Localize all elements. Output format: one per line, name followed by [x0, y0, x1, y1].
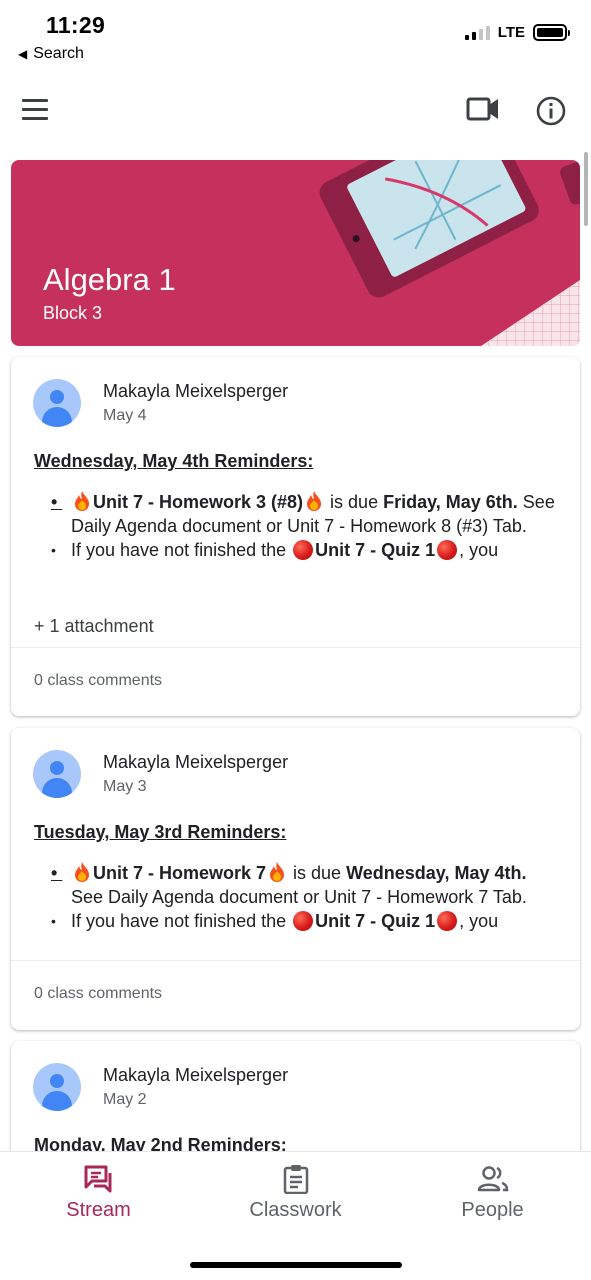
info-icon[interactable] — [532, 92, 570, 130]
post-author: Makayla Meixelsperger — [103, 1065, 289, 1085]
class-comments-link[interactable]: 0 class comments — [34, 672, 162, 690]
hamburger-menu-icon[interactable] — [22, 94, 58, 124]
class-comments-link[interactable]: 0 class comments — [34, 985, 162, 1003]
stream-icon — [84, 1165, 111, 1193]
red-circle-emoji-icon — [293, 540, 314, 560]
fire-emoji-icon — [307, 491, 322, 511]
scrollbar[interactable] — [584, 152, 588, 226]
post-date: May 2 — [103, 1091, 147, 1108]
back-label: Search — [33, 45, 84, 62]
people-icon — [477, 1166, 508, 1192]
list-item: • If you have not finished the Unit 7 - … — [51, 911, 499, 931]
post-heading: Wednesday, May 4th Reminders: — [34, 451, 314, 471]
video-camera-icon[interactable] — [462, 92, 502, 126]
avatar — [33, 1063, 81, 1111]
post-date: May 3 — [103, 778, 147, 795]
nav-people[interactable]: People — [394, 1152, 591, 1232]
nav-stream[interactable]: Stream — [0, 1152, 197, 1232]
nav-stream-label: Stream — [66, 1199, 131, 1221]
nav-people-label: People — [461, 1199, 524, 1221]
status-bar: 11:29 ◀ Search LTE — [0, 0, 591, 70]
stream-post[interactable]: Makayla Meixelsperger May 4 Wednesday, M… — [11, 357, 580, 716]
class-banner[interactable]: Algebra 1 Block 3 — [11, 160, 580, 346]
post-heading: Tuesday, May 3rd Reminders: — [34, 822, 287, 842]
attachment-link[interactable]: + 1 attachment — [34, 616, 154, 637]
red-circle-emoji-icon — [293, 911, 314, 931]
cell-signal-icon — [464, 25, 490, 40]
divider — [11, 647, 580, 648]
fire-emoji-icon — [270, 862, 285, 882]
divider — [11, 960, 580, 961]
post-date: May 4 — [103, 407, 147, 424]
fire-emoji-icon — [75, 491, 89, 511]
top-app-bar — [0, 80, 591, 140]
avatar — [33, 379, 81, 427]
status-time: 11:29 — [46, 12, 106, 38]
fire-emoji-icon — [75, 862, 89, 882]
nav-classwork-label: Classwork — [249, 1199, 342, 1221]
avatar — [33, 750, 81, 798]
post-author: Makayla Meixelsperger — [103, 381, 289, 401]
list-item: • Unit 7 - Homework 7 is due Wednesday, … — [51, 862, 527, 907]
network-type: LTE — [497, 24, 525, 41]
home-indicator[interactable] — [190, 1262, 402, 1268]
list-item: • If you have not finished the Unit 7 - … — [51, 540, 499, 560]
post-body: • Unit 7 - Homework 3 (#8) is due Friday… — [34, 490, 559, 562]
class-title: Algebra 1 — [43, 262, 176, 297]
back-triangle-icon: ◀ — [18, 47, 28, 61]
class-section: Block 3 — [43, 303, 103, 323]
nav-classwork[interactable]: Classwork — [197, 1152, 394, 1232]
stream-post[interactable]: Makayla Meixelsperger May 3 Tuesday, May… — [11, 728, 580, 1030]
post-author: Makayla Meixelsperger — [103, 752, 289, 772]
red-circle-emoji-icon — [437, 911, 458, 931]
red-circle-emoji-icon — [437, 540, 458, 560]
bottom-navigation: Stream Classwork People — [0, 1151, 591, 1280]
status-indicators: LTE — [464, 24, 570, 41]
back-to-search-button[interactable]: ◀ Search — [18, 45, 84, 63]
battery-icon — [533, 24, 570, 41]
post-body: • Unit 7 - Homework 7 is due Wednesday, … — [34, 861, 559, 933]
clipboard-icon — [283, 1165, 308, 1194]
list-item: • Unit 7 - Homework 3 (#8) is due Friday… — [51, 491, 555, 536]
